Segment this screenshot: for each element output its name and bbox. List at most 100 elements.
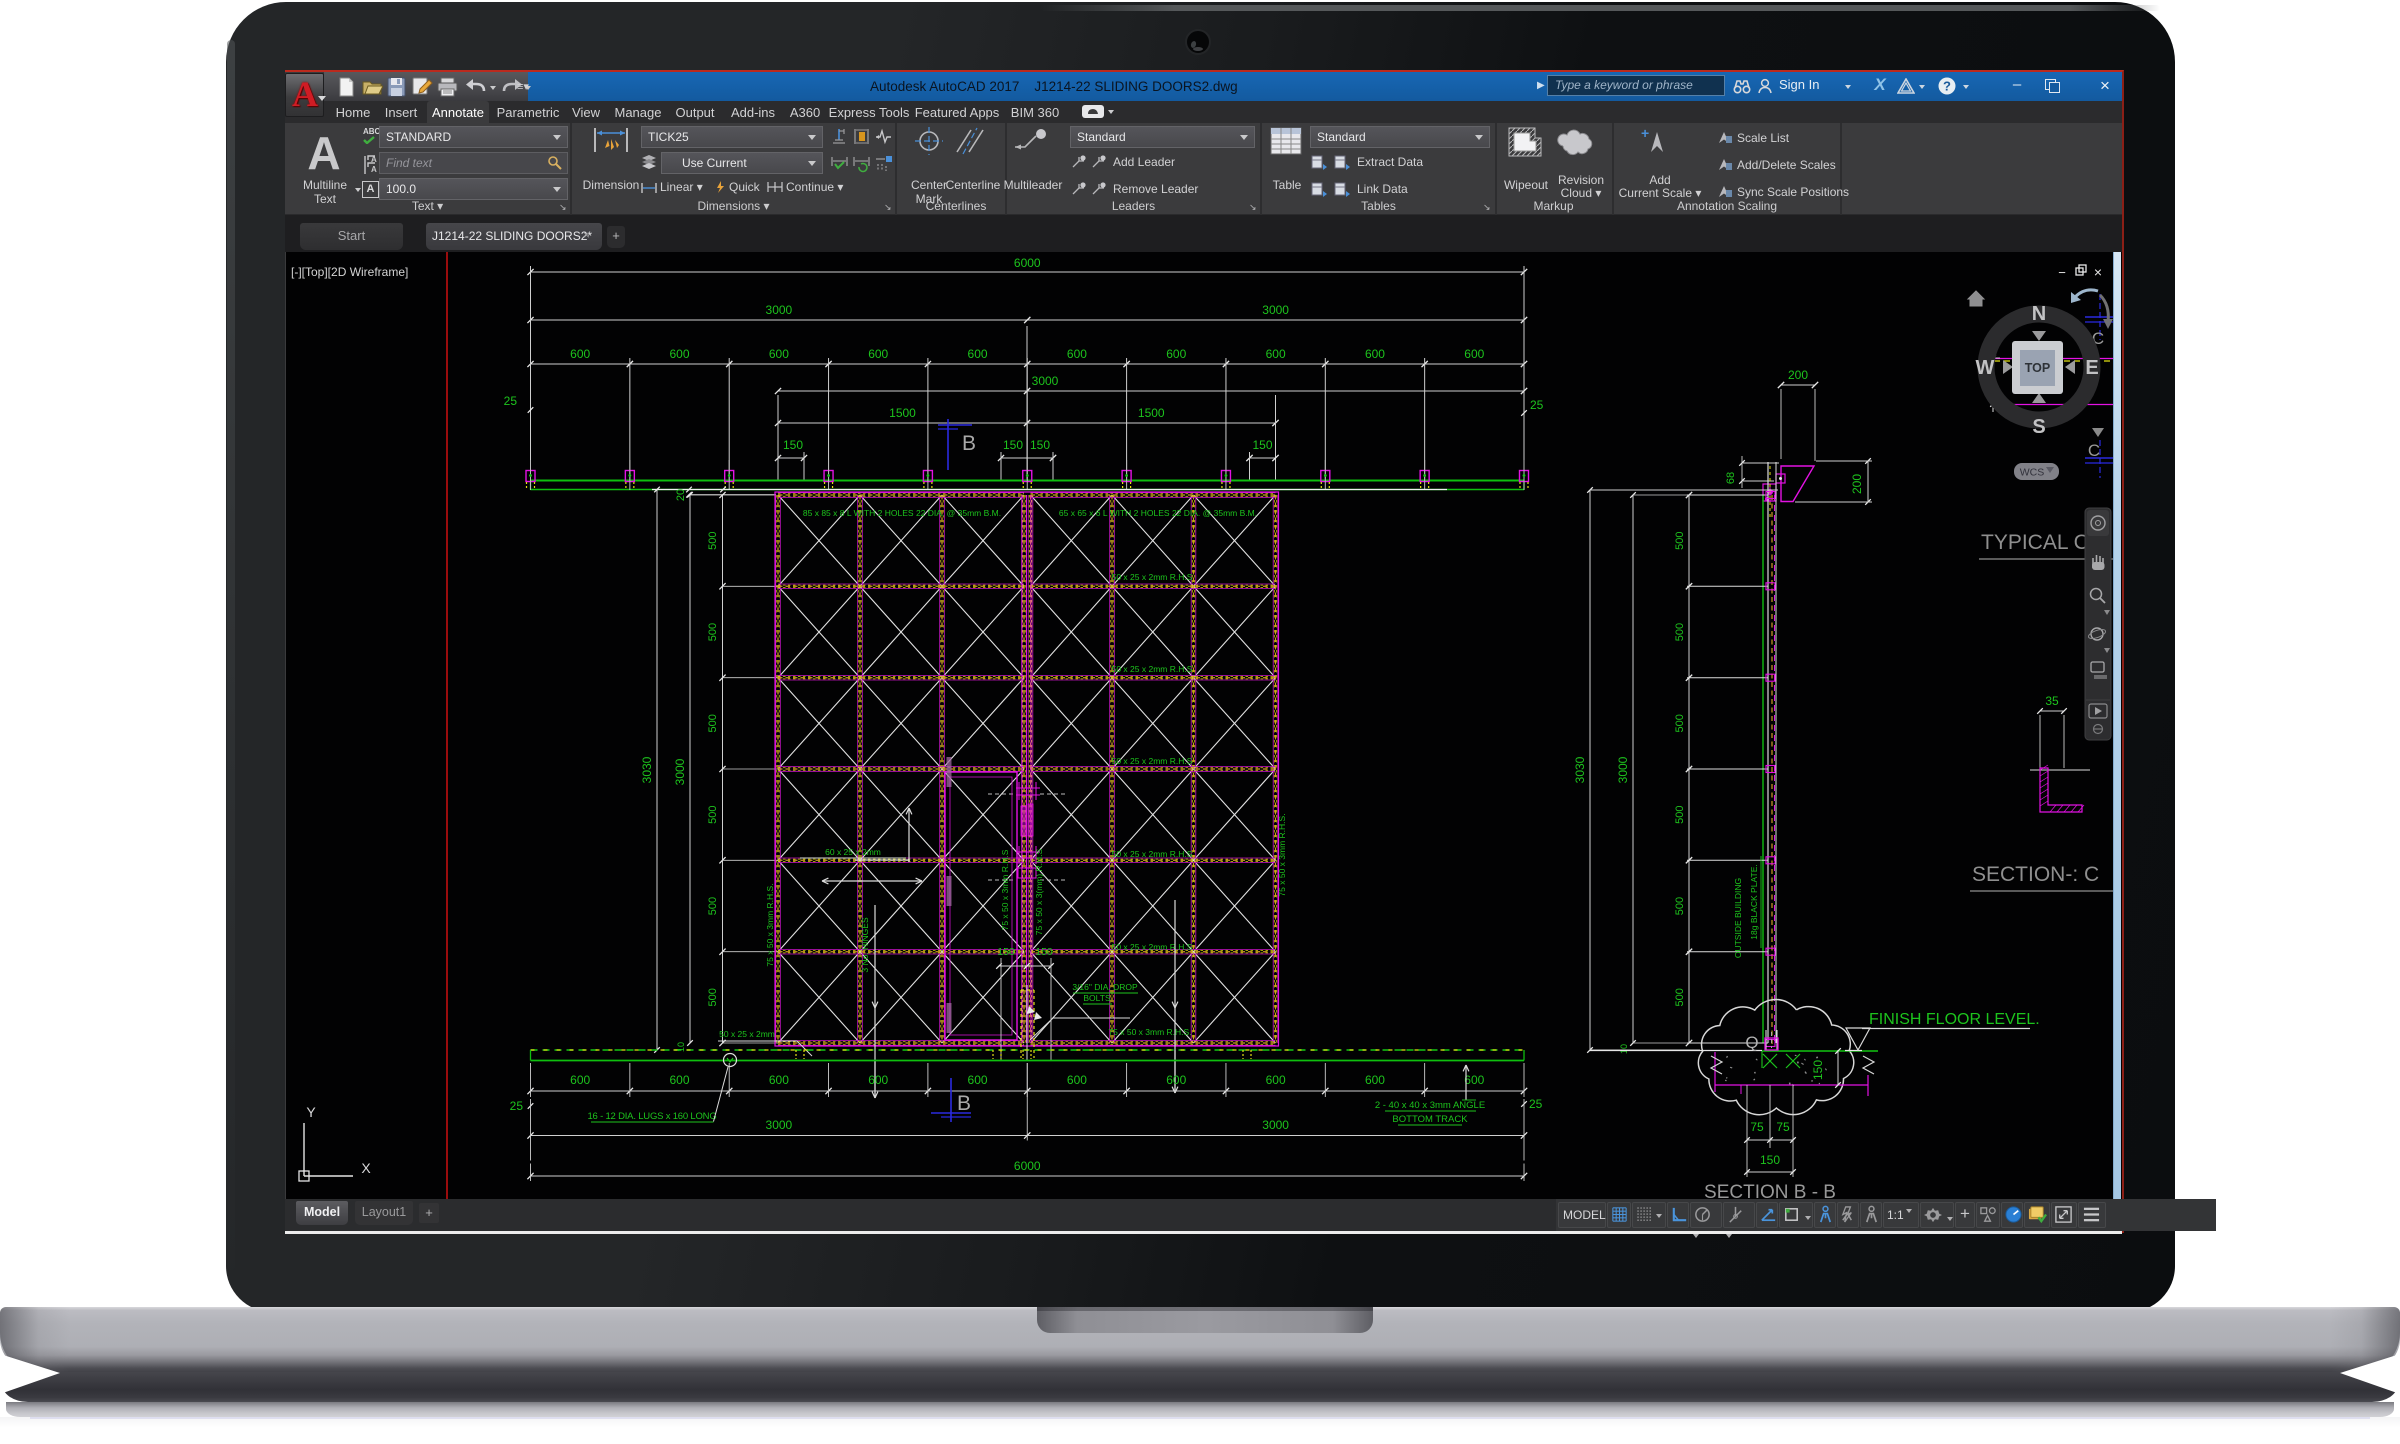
svg-text:×: ×: [2094, 264, 2102, 280]
svg-text:S: S: [2032, 416, 2045, 438]
svg-text:500: 500: [1674, 988, 1686, 1006]
svg-text:SECTION B - B: SECTION B - B: [1704, 1182, 1836, 1199]
svg-text:68: 68: [1725, 472, 1737, 484]
svg-text:18g BLACK PLATE.: 18g BLACK PLATE.: [1749, 864, 1759, 939]
svg-text:?: ?: [1943, 79, 1951, 94]
svg-text:600: 600: [868, 347, 888, 361]
svg-text:600: 600: [968, 347, 988, 361]
svg-text:600: 600: [1365, 1073, 1385, 1087]
svg-text:150: 150: [1760, 1153, 1780, 1167]
svg-text:85 x 85 x 8 L WITH 2 HOLES 22: 85 x 85 x 8 L WITH 2 HOLES 22 DIA. @ 35m…: [803, 508, 1001, 518]
svg-text:3/16" DIA. DROP: 3/16" DIA. DROP: [1072, 982, 1138, 992]
svg-text:600: 600: [1166, 1073, 1186, 1087]
svg-text:3030: 3030: [640, 756, 654, 783]
svg-text:50 x 25 x 2mm R.H.S: 50 x 25 x 2mm R.H.S: [1112, 942, 1193, 952]
svg-text:200: 200: [1788, 368, 1808, 382]
svg-text:600: 600: [670, 1073, 690, 1087]
svg-text:150: 150: [997, 946, 1015, 958]
svg-text:OUTSIDE BUILDING: OUTSIDE BUILDING: [1733, 878, 1743, 958]
svg-text:50 x 25 x 2mm R.H.S: 50 x 25 x 2mm R.H.S: [1112, 756, 1193, 766]
svg-text:600: 600: [968, 1073, 988, 1087]
svg-text:500: 500: [707, 714, 719, 732]
svg-text:500: 500: [707, 988, 719, 1006]
svg-text:16 - 12 DIA. LUGS x 160 LONG: 16 - 12 DIA. LUGS x 160 LONG: [587, 1111, 716, 1122]
svg-text:75 x 50 x 3mm R.H.S.: 75 x 50 x 3mm R.H.S.: [1108, 1027, 1191, 1037]
svg-text:600: 600: [1067, 1073, 1087, 1087]
svg-text:200: 200: [1850, 474, 1864, 494]
svg-text:150: 150: [1035, 946, 1053, 958]
svg-text:X: X: [361, 1160, 371, 1176]
svg-text:3000: 3000: [1616, 756, 1630, 783]
svg-text:75 x 50 x 3(mm) R.H.S: 75 x 50 x 3(mm) R.H.S: [1034, 848, 1044, 935]
svg-text:−: −: [2058, 265, 2066, 280]
svg-text:75 x 50 x 3mm R.H.S.: 75 x 50 x 3mm R.H.S.: [1277, 813, 1287, 896]
svg-text:1500: 1500: [1138, 406, 1165, 420]
svg-text:65 x 65 x 6 L WITH 2 HOLES 22: 65 x 65 x 6 L WITH 2 HOLES 22 DIA. @ 35m…: [1059, 508, 1257, 518]
svg-text:600: 600: [1266, 347, 1286, 361]
svg-text:75: 75: [1750, 1120, 1764, 1134]
svg-text:N: N: [2032, 303, 2046, 325]
svg-text:3000: 3000: [1032, 374, 1059, 388]
svg-text:B: B: [957, 1092, 971, 1115]
svg-text:25: 25: [504, 394, 518, 408]
svg-text:A: A: [371, 165, 377, 174]
svg-text:600: 600: [1067, 347, 1087, 361]
svg-text:35: 35: [2045, 694, 2059, 708]
svg-text:150: 150: [1252, 438, 1272, 452]
svg-text:Q: Q: [1745, 1033, 1758, 1052]
svg-text:50 x 25 x 2mm: 50 x 25 x 2mm: [719, 1029, 775, 1039]
svg-text:60 x 25 x 2mm: 60 x 25 x 2mm: [825, 847, 881, 857]
svg-text:3000: 3000: [1262, 1118, 1289, 1132]
svg-text:500: 500: [707, 623, 719, 641]
svg-text:50 x 25 x 2mm R.H.S: 50 x 25 x 2mm R.H.S: [1112, 664, 1193, 674]
svg-text:500: 500: [1674, 623, 1686, 641]
svg-text:6000: 6000: [1014, 256, 1041, 270]
svg-text:W: W: [1976, 357, 1995, 379]
svg-text:500: 500: [1674, 714, 1686, 732]
svg-text:600: 600: [1464, 1073, 1484, 1087]
svg-text:3000: 3000: [1262, 303, 1289, 317]
svg-text:600: 600: [868, 1073, 888, 1087]
svg-text:[-][Top][2D Wireframe]: [-][Top][2D Wireframe]: [291, 265, 408, 279]
svg-text:20: 20: [675, 489, 687, 501]
svg-text:600: 600: [570, 1073, 590, 1087]
svg-text:C: C: [2088, 441, 2100, 460]
svg-text:600: 600: [1464, 347, 1484, 361]
svg-text:E: E: [2085, 357, 2098, 379]
svg-text:1500: 1500: [889, 406, 916, 420]
svg-text:3030: 3030: [1573, 756, 1587, 783]
svg-text:150: 150: [1811, 1060, 1825, 1080]
svg-text:500: 500: [707, 897, 719, 915]
svg-text:WCS: WCS: [2020, 467, 2045, 479]
svg-text:500: 500: [707, 531, 719, 549]
svg-text:50 x 25 x 2mm R.H.S: 50 x 25 x 2mm R.H.S: [1112, 849, 1193, 859]
svg-text:Y: Y: [306, 1104, 316, 1120]
svg-text:25: 25: [1530, 398, 1544, 412]
svg-text:600: 600: [1166, 347, 1186, 361]
svg-text:500: 500: [1674, 897, 1686, 915]
svg-text:3000: 3000: [673, 758, 687, 785]
svg-text:75 x 50 x 3mm R.H.S.: 75 x 50 x 3mm R.H.S.: [765, 883, 775, 966]
svg-text:50 x 25 x 2mm R.H.S: 50 x 25 x 2mm R.H.S: [1112, 572, 1193, 582]
svg-text:B: B: [962, 432, 976, 455]
svg-text:BOLTS: BOLTS: [1083, 993, 1111, 1003]
svg-text:TOP: TOP: [2025, 361, 2050, 375]
svg-text:3000: 3000: [766, 303, 793, 317]
svg-text:3 No. HINGES: 3 No. HINGES: [860, 917, 870, 973]
svg-text:500: 500: [1674, 531, 1686, 549]
svg-text:150: 150: [1030, 438, 1050, 452]
svg-text:75: 75: [1776, 1120, 1790, 1134]
svg-text:600: 600: [769, 347, 789, 361]
svg-text:10: 10: [1619, 1044, 1629, 1054]
svg-text:25: 25: [1529, 1097, 1543, 1111]
svg-text:600: 600: [1365, 347, 1385, 361]
svg-text:2 - 40 x 40 x 3mm ANGLE: 2 - 40 x 40 x 3mm ANGLE: [1375, 1100, 1485, 1111]
svg-text:BOTTOM TRACK: BOTTOM TRACK: [1392, 1114, 1468, 1125]
svg-text:500: 500: [707, 805, 719, 823]
svg-text:600: 600: [670, 347, 690, 361]
svg-text:600: 600: [769, 1073, 789, 1087]
svg-text:25: 25: [510, 1099, 524, 1113]
svg-text:3000: 3000: [766, 1118, 793, 1132]
svg-text:150: 150: [1003, 438, 1023, 452]
svg-text:75 x 50 x 3mm R.H.S: 75 x 50 x 3mm R.H.S: [1000, 849, 1010, 930]
